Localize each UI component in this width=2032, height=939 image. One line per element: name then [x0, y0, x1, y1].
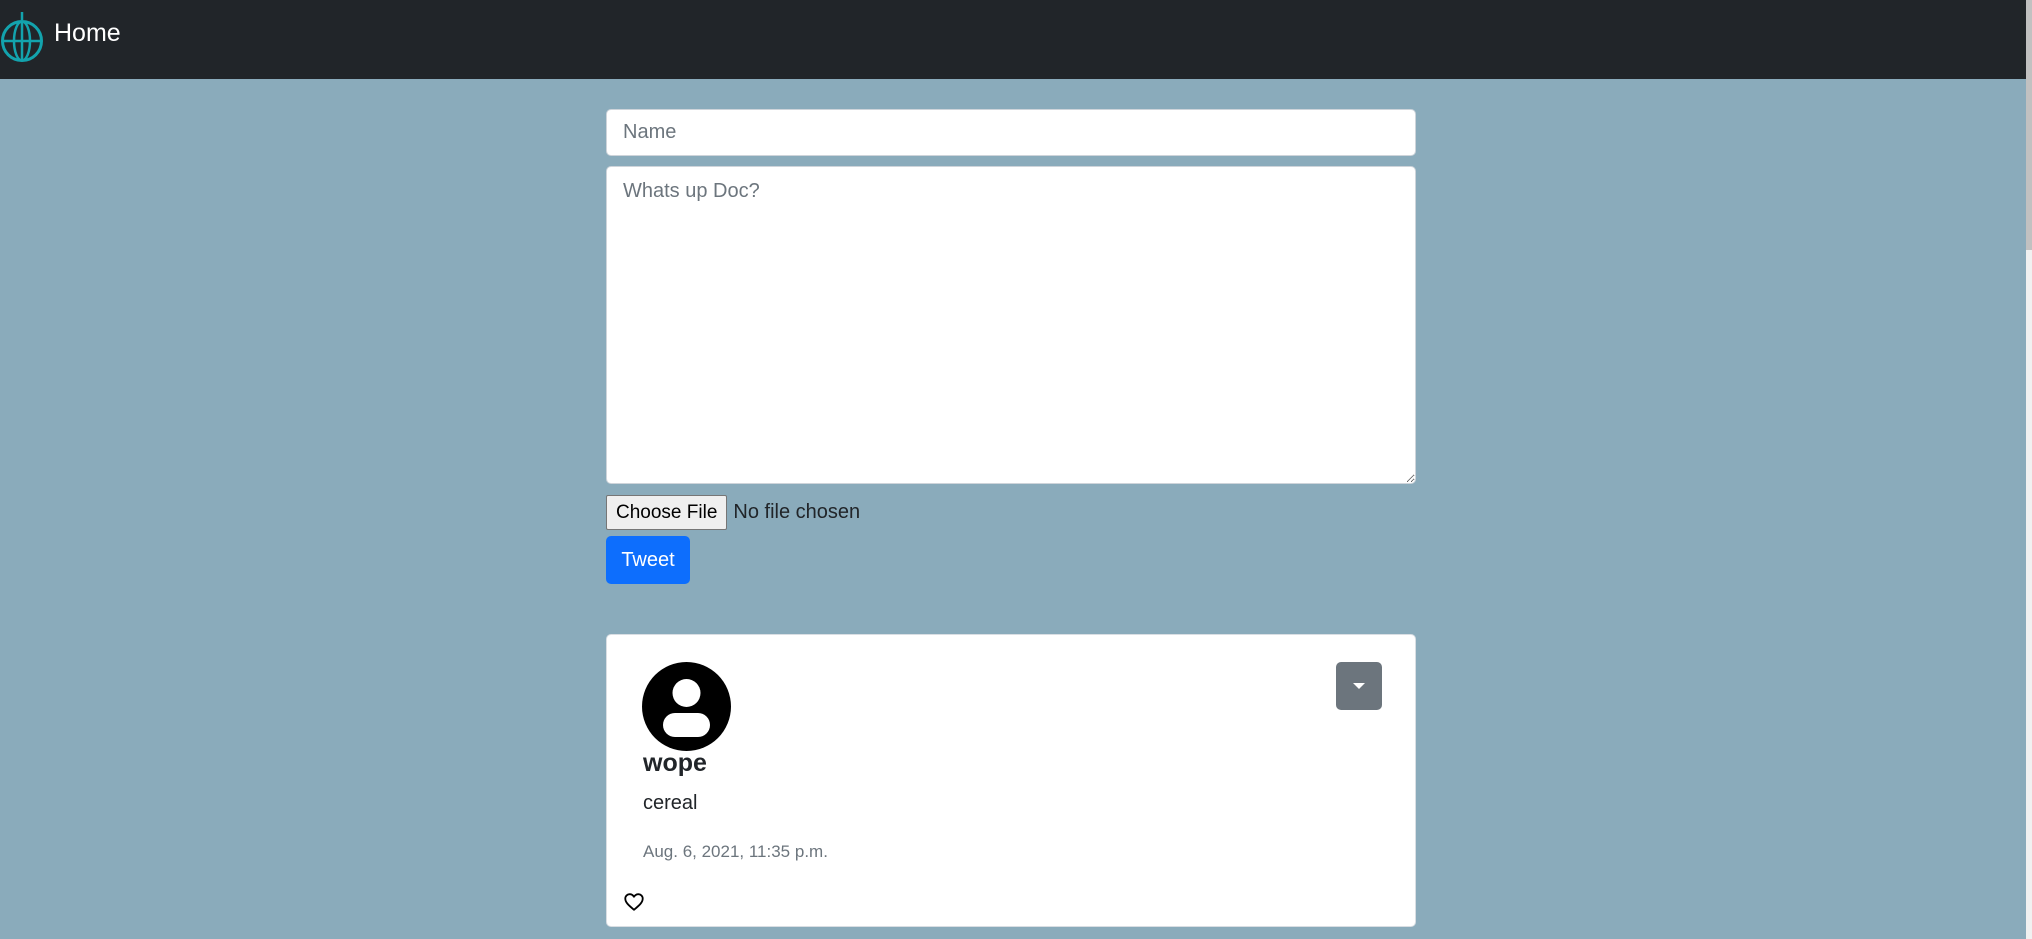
tweet-button[interactable]: Tweet: [606, 536, 690, 584]
navbar: Home: [0, 0, 2026, 79]
heart-outline-icon[interactable]: [623, 891, 645, 913]
home-link[interactable]: Home: [54, 19, 121, 48]
user-circle-icon: [642, 662, 731, 751]
file-status-label: No file chosen: [733, 501, 861, 523]
tweet-options-button[interactable]: [1336, 662, 1382, 710]
page-scrollbar[interactable]: [2026, 0, 2032, 939]
name-input[interactable]: [606, 109, 1416, 156]
tweet-text: cereal: [643, 792, 698, 814]
file-upload: Choose File No file chosen: [606, 495, 860, 530]
message-textarea[interactable]: [606, 166, 1416, 484]
globe-icon[interactable]: [0, 10, 44, 62]
tweet-card: wope cereal Aug. 6, 2021, 11:35 p.m.: [606, 634, 1416, 927]
tweet-author: wope: [643, 749, 707, 777]
scrollbar-thumb[interactable]: [2026, 0, 2032, 250]
caret-down-icon: [1353, 683, 1365, 689]
choose-file-button[interactable]: Choose File: [606, 495, 728, 530]
tweet-timestamp: Aug. 6, 2021, 11:35 p.m.: [643, 842, 828, 861]
